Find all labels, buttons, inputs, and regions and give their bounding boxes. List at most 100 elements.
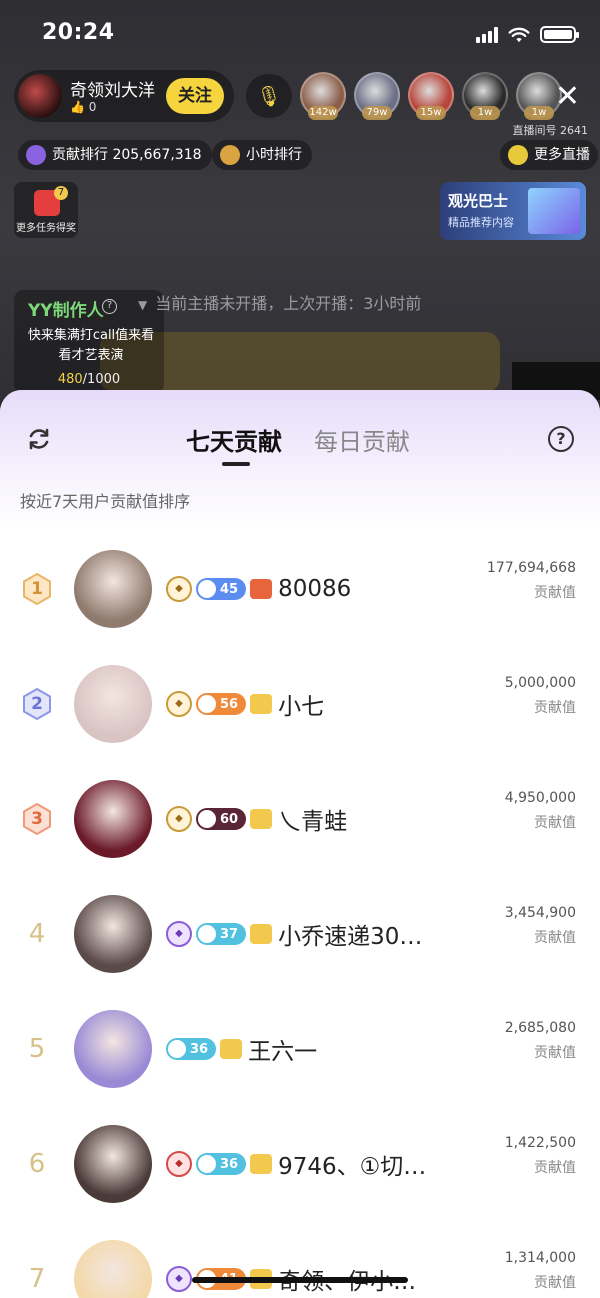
progress-total: /1000	[82, 372, 121, 387]
level-icon	[198, 580, 216, 598]
viewer-avatar[interactable]: 15w	[408, 72, 454, 120]
ranking-row[interactable]: 7◆41奇领、伊小…1,314,000贡献值	[0, 1226, 600, 1298]
level-badge: 45	[196, 578, 247, 600]
mic-link-button[interactable]: 🎙	[246, 74, 292, 118]
viewer-badge: 79w	[362, 106, 392, 120]
viewer-avatar[interactable]: 1w	[462, 72, 508, 120]
close-icon[interactable]: ✕	[555, 82, 580, 112]
user-name: 王六一	[248, 1039, 318, 1065]
user-name: 小乔速递30…	[278, 924, 423, 950]
level-badge: 60	[196, 808, 247, 830]
more-live-pill[interactable]: 更多直播	[500, 140, 598, 170]
contribution-value-label: 贡献值	[534, 585, 576, 601]
user-avatar[interactable]	[74, 1240, 152, 1298]
level-icon	[198, 925, 216, 943]
offline-text: 当前主播未开播，上次开播：3小时前	[155, 294, 422, 313]
vip-shirt-icon	[250, 809, 273, 829]
host-info-bar[interactable]: 奇领刘大洋 👍 0 关注	[14, 70, 234, 122]
follow-button[interactable]: 关注	[166, 78, 224, 114]
contribution-rank-pill[interactable]: 贡献排行 205,667,318	[18, 140, 212, 170]
level-icon	[198, 695, 216, 713]
host-name: 奇领刘大洋	[70, 81, 155, 101]
user-badges: ◆ 56 小七	[166, 691, 324, 720]
ranking-row[interactable]: 3 ◆ 60 乀青蛙 4,950,000 贡献值	[0, 766, 600, 881]
contribution-value: 2,685,080	[504, 1020, 576, 1036]
viewer-badge: 142w	[308, 106, 338, 120]
live-room-background: 20:24 奇领刘大洋 👍 0 关注 🎙 142w 79w 15w 1w 1w ✕ 直播…	[0, 0, 600, 400]
user-avatar[interactable]	[74, 550, 152, 628]
host-likes-count: 0	[88, 100, 97, 114]
rank-number: 7	[28, 1264, 46, 1294]
guard-shield-icon: ◆	[166, 691, 192, 717]
user-avatar[interactable]	[74, 780, 152, 858]
refresh-icon[interactable]	[26, 426, 52, 452]
user-badges: ◆ 37 小乔速递30…	[166, 921, 422, 950]
hourly-rank-pill[interactable]: 小时排行	[212, 140, 312, 170]
rank-medal-icon: 2	[20, 687, 54, 721]
battery-icon	[540, 26, 579, 43]
status-bar: 20:24	[42, 20, 579, 52]
viewer-avatar[interactable]: 142w	[300, 72, 346, 120]
ranking-row[interactable]: 6 ◆ 36 9746、①切… 1,422,500 贡献值	[0, 1111, 600, 1226]
offline-notice: ▼ 当前主播未开播，上次开播：3小时前	[138, 290, 421, 314]
home-indicator[interactable]	[192, 1277, 408, 1283]
user-avatar[interactable]	[74, 1010, 152, 1088]
guard-shield-icon: ◆	[166, 1266, 192, 1292]
diamond-icon	[26, 145, 46, 165]
help-icon[interactable]: ?	[102, 299, 117, 314]
banner-subtitle: 精品推荐内容	[448, 216, 514, 229]
user-avatar[interactable]	[74, 895, 152, 973]
contribution-value: 177,694,668	[486, 560, 576, 576]
contribution-value-label: 贡献值	[534, 930, 576, 946]
guard-shield-icon: ◆	[166, 921, 192, 947]
ranking-row[interactable]: 4 ◆ 37 小乔速递30… 3,454,900 贡献值	[0, 881, 600, 996]
banner-image	[528, 188, 580, 234]
vip-shirt-icon	[250, 924, 273, 944]
contribution-value: 4,950,000	[504, 790, 576, 806]
contribution-value-label: 贡献值	[534, 1160, 576, 1176]
viewer-avatar[interactable]: 79w	[354, 72, 400, 120]
host-avatar[interactable]	[16, 72, 64, 120]
room-id: 直播间号 2641	[512, 124, 589, 137]
user-badges: ◆ 45 80086	[166, 576, 351, 602]
contribution-value: 3,454,900	[504, 905, 576, 921]
task-reward-entry[interactable]: 7 更多任务得奖	[14, 182, 78, 238]
task-badge: 7	[54, 186, 68, 200]
triangle-down-icon: ▼	[138, 298, 148, 312]
vip-shirt-icon	[250, 694, 273, 714]
tab-daily[interactable]: 每日贡献	[314, 422, 410, 457]
sightseeing-bus-banner[interactable]: 观光巴士 精品推荐内容	[440, 182, 586, 240]
level-badge: 36	[196, 1153, 247, 1175]
vip-shirt-icon	[220, 1039, 243, 1059]
tab-seven-day[interactable]: 七天贡献	[186, 422, 282, 457]
user-badges: 36 王六一	[166, 1036, 317, 1065]
ranking-row[interactable]: 2 ◆ 56 小七 5,000,000 贡献值	[0, 651, 600, 766]
rank-medal-icon: 1	[20, 572, 54, 606]
producer-progress: 480/1000	[14, 372, 164, 387]
producer-description: 快来集满打call值来看看才艺表演	[27, 328, 155, 363]
ranking-row[interactable]: 1 ◆ 45 80086 177,694,668 贡献值	[0, 536, 600, 651]
viewer-badge: 1w	[524, 106, 554, 120]
level-icon	[198, 1155, 216, 1173]
top-viewers-list: 142w 79w 15w 1w 1w	[300, 72, 562, 120]
user-avatar[interactable]	[74, 1125, 152, 1203]
user-name: 9746、①切…	[278, 1154, 427, 1180]
rank-number: 3	[31, 809, 43, 829]
user-name: 小七	[278, 694, 325, 720]
user-name: 乀青蛙	[278, 809, 348, 835]
contribution-value-label: 贡献值	[534, 1275, 576, 1291]
question-icon[interactable]: ?	[548, 426, 574, 452]
user-avatar[interactable]	[74, 665, 152, 743]
guard-shield-icon: ◆	[166, 1151, 192, 1177]
thumb-up-icon: 👍	[70, 100, 85, 114]
contribution-ranking-sheet: 七天贡献 每日贡献 ? 按近7天用户贡献值排序 1 ◆ 45 80086 177,694…	[0, 390, 600, 1298]
level-icon	[168, 1040, 186, 1058]
rank-number: 6	[28, 1149, 46, 1179]
guard-shield-icon: ◆	[166, 576, 192, 602]
ranking-row[interactable]: 5 36 王六一 2,685,080 贡献值	[0, 996, 600, 1111]
producer-title: YY制作人	[28, 301, 104, 321]
live-icon	[508, 145, 528, 165]
level-number: 45	[220, 581, 239, 597]
level-number: 60	[220, 811, 239, 827]
guard-shield-icon: ◆	[166, 806, 192, 832]
